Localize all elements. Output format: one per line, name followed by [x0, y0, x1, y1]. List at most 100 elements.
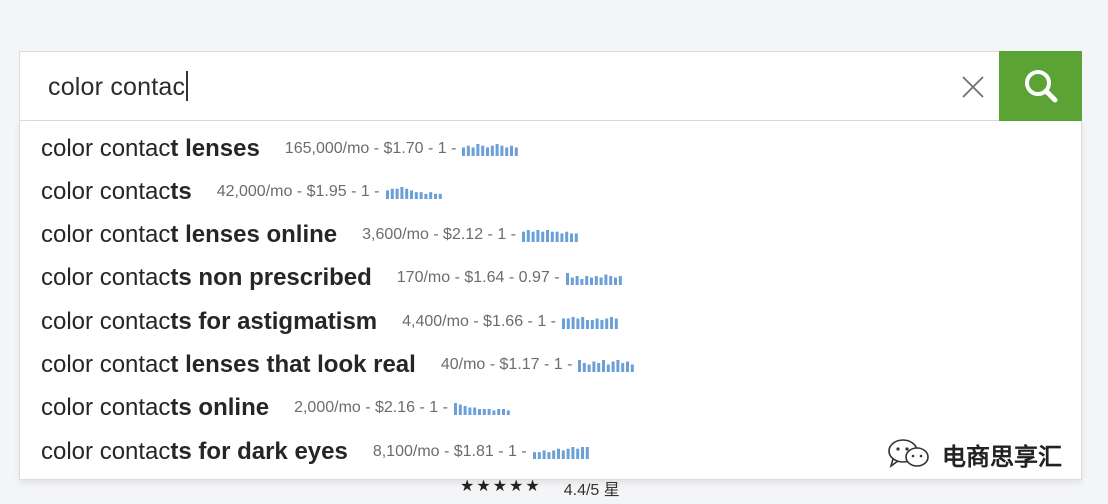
rating-stars: ★★★★★ — [460, 480, 542, 495]
trend-bar — [555, 231, 559, 242]
trend-bar — [433, 193, 437, 199]
typed-text: color contac — [41, 178, 171, 205]
suggestion-item[interactable]: color contacts 42,000/mo - $1.95 - 1 - — [41, 172, 444, 212]
trend-bar — [592, 361, 596, 372]
suggestion-keyword: color contacts online — [41, 394, 269, 422]
trend-bar — [526, 230, 530, 242]
suggestion-meta: 165,000/mo - $1.70 - 1 - — [285, 140, 521, 158]
search-query: color contac — [48, 73, 186, 101]
typed-text: color contac — [41, 221, 171, 248]
suggestion-item[interactable]: color contacts for dark eyes 8,100/mo - … — [41, 432, 591, 472]
trend-bar — [505, 147, 509, 156]
trend-sparkline — [462, 144, 519, 156]
trend-bar — [497, 409, 501, 415]
trend-bar — [428, 192, 432, 199]
trend-sparkline — [578, 360, 635, 372]
trend-bar — [473, 407, 477, 415]
suggestion-item[interactable]: color contacts for astigmatism 4,400/mo … — [41, 302, 620, 342]
completion-text: ts online — [170, 394, 270, 421]
trend-bar — [566, 448, 570, 459]
trend-bar — [609, 317, 613, 329]
clear-button[interactable] — [960, 74, 986, 100]
trend-bar — [566, 318, 570, 329]
suggestion-item[interactable]: color contacts online 2,000/mo - $2.16 -… — [41, 388, 512, 428]
trend-bar — [571, 447, 575, 459]
search-input[interactable]: color contac — [48, 52, 188, 122]
trend-bar — [595, 318, 599, 329]
trend-bar — [574, 233, 578, 242]
trend-bar — [605, 318, 609, 329]
suggestion-meta: 3,600/mo - $2.12 - 1 - — [362, 226, 580, 244]
trend-bar — [565, 273, 569, 285]
trend-bar — [491, 145, 495, 156]
meta-text: 2,000/mo - $2.16 - 1 - — [294, 399, 448, 416]
trend-bar — [578, 360, 582, 372]
suggestion-item[interactable]: color contact lenses 165,000/mo - $1.70 … — [41, 129, 520, 169]
meta-text: 170/mo - $1.64 - 0.97 - — [396, 269, 560, 286]
trend-bar — [631, 364, 635, 372]
meta-text: 4,400/mo - $1.66 - 1 - — [402, 313, 556, 330]
trend-bar — [561, 450, 565, 459]
trend-bar — [560, 233, 564, 242]
search-button[interactable] — [999, 51, 1082, 121]
trend-bar — [575, 276, 579, 285]
trend-bar — [532, 452, 536, 459]
suggestion-keyword: color contact lenses — [41, 135, 260, 163]
completion-text: ts for dark eyes — [170, 438, 348, 465]
text-caret — [186, 71, 188, 102]
typed-text: color contac — [41, 438, 171, 465]
suggestion-item[interactable]: color contacts non prescribed 170/mo - $… — [41, 258, 624, 298]
trend-bar — [542, 450, 546, 459]
completion-text: ts — [170, 178, 192, 205]
trend-bar — [579, 279, 583, 285]
typed-text: color contac — [41, 351, 171, 378]
search-icon — [1024, 70, 1057, 103]
trend-bar — [608, 276, 612, 285]
trend-bar — [541, 231, 545, 242]
meta-text: 42,000/mo - $1.95 - 1 - — [216, 183, 380, 200]
trend-bar — [589, 277, 593, 285]
trend-sparkline — [532, 447, 589, 459]
trend-bar — [626, 361, 630, 372]
meta-text: 165,000/mo - $1.70 - 1 - — [284, 140, 457, 157]
trend-bar — [556, 448, 560, 459]
completion-text: ts non prescribed — [170, 264, 372, 291]
trend-bar — [569, 233, 573, 242]
completion-text: t lenses online — [170, 221, 338, 248]
trend-bar — [399, 187, 403, 199]
suggestion-item[interactable]: color contact lenses that look real 40/m… — [41, 345, 636, 385]
typed-text: color contac — [41, 394, 171, 421]
trend-bar — [395, 188, 399, 199]
trend-bar — [571, 317, 575, 329]
suggestion-keyword: color contacts — [41, 178, 192, 206]
suggestion-keyword: color contacts non prescribed — [41, 264, 372, 292]
trend-bar — [550, 231, 554, 242]
trend-bar — [599, 277, 603, 285]
search-box[interactable]: color contac — [19, 51, 1082, 121]
trend-bar — [545, 230, 549, 242]
trend-bar — [468, 407, 472, 415]
trend-bar — [551, 450, 555, 459]
trend-bar — [621, 363, 625, 372]
suggestion-meta: 170/mo - $1.64 - 0.97 - — [397, 269, 624, 287]
suggestion-dropdown: color contact lenses 165,000/mo - $1.70 … — [19, 121, 1082, 480]
watermark-text: 电商思享汇 — [942, 443, 1062, 471]
trend-bar — [584, 276, 588, 285]
trend-bar — [602, 360, 606, 372]
trend-sparkline — [385, 187, 442, 199]
trend-bar — [603, 274, 607, 285]
meta-text: 8,100/mo - $1.81 - 1 - — [372, 443, 527, 460]
trend-bar — [570, 277, 574, 285]
trend-bar — [385, 190, 389, 199]
close-icon — [962, 76, 984, 98]
rating: ★★★★★ 4.4/5 星 — [460, 480, 620, 504]
suggestion-item[interactable]: color contact lenses online 3,600/mo - $… — [41, 215, 580, 255]
trend-bar — [576, 318, 580, 329]
trend-bar — [476, 144, 480, 156]
trend-bar — [585, 320, 589, 329]
trend-bar — [414, 192, 418, 199]
trend-bar — [536, 230, 540, 242]
trend-bar — [616, 360, 620, 372]
meta-text: 40/mo - $1.17 - 1 - — [440, 356, 573, 373]
trend-bar — [409, 190, 413, 199]
